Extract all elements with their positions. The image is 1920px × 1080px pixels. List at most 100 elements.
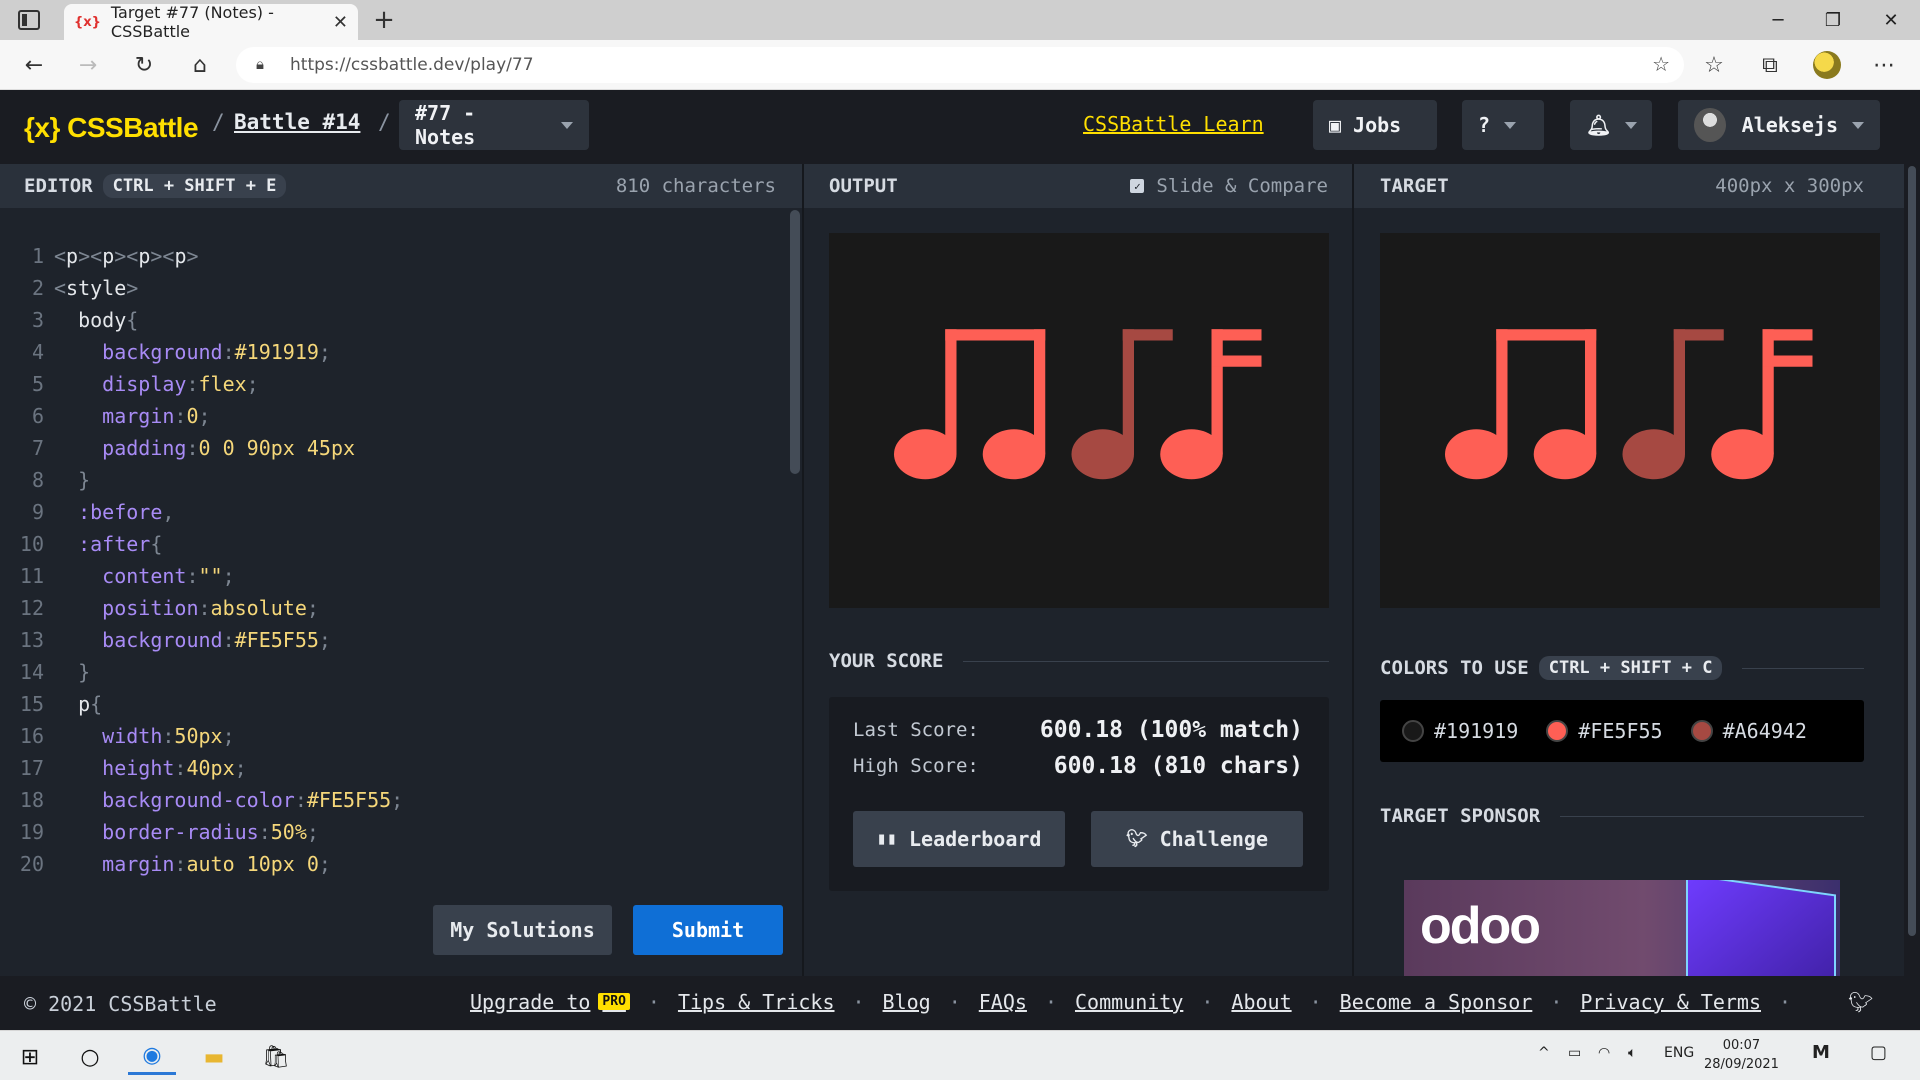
code-line[interactable]: 10 :after{	[0, 528, 403, 560]
help-button[interactable]: ?	[1462, 100, 1544, 150]
slide-compare-toggle[interactable]: ✓ Slide & Compare	[1130, 175, 1328, 197]
edge-browser-icon[interactable]: ◉	[128, 1039, 176, 1075]
sponsor-banner[interactable]: odoo	[1404, 880, 1840, 976]
leaderboard-button[interactable]: ▮▮ Leaderboard	[853, 811, 1065, 867]
breadcrumb-battle-link[interactable]: Battle #14	[234, 110, 360, 134]
store-icon[interactable]: 🛍︎	[252, 1039, 300, 1075]
code-line[interactable]: 4 background:#191919;	[0, 336, 403, 368]
collections-icon[interactable]: ⧉	[1752, 48, 1788, 82]
page-scrollbar[interactable]	[1904, 90, 1920, 1030]
color-item[interactable]: #FE5F55	[1546, 719, 1663, 743]
notifications-icon[interactable]: ▢	[1870, 1042, 1887, 1063]
footer-link[interactable]: Community	[1075, 990, 1183, 1014]
volume-icon[interactable]: 🔈︎	[1628, 1045, 1636, 1061]
code-lines[interactable]: 1 <p><p><p><p> 2 <style> 3 body{4 background…	[0, 240, 403, 880]
code-line[interactable]: 20 margin:auto 10px 0;	[0, 848, 403, 880]
code-line[interactable]: 7 padding:0 0 90px 45px	[0, 432, 403, 464]
back-icon[interactable]: ←	[16, 48, 52, 82]
code-token: style	[66, 276, 127, 300]
footer-link[interactable]: Privacy & Terms	[1580, 990, 1761, 1014]
code-line[interactable]: 5 display:flex;	[0, 368, 403, 400]
home-icon[interactable]: ⌂	[182, 48, 218, 82]
footer-link[interactable]: Blog	[883, 990, 931, 1014]
footer-link[interactable]: FAQs	[979, 990, 1027, 1014]
code-line[interactable]: 19 border-radius:50%;	[0, 816, 403, 848]
code-line[interactable]: 1 <p><p><p><p>	[0, 240, 403, 272]
language-indicator[interactable]: ENG	[1664, 1045, 1694, 1061]
more-options-icon[interactable]: ⋯	[1866, 48, 1902, 82]
footer-link[interactable]: Tips & Tricks	[678, 990, 835, 1014]
code-line[interactable]: 6 margin:0;	[0, 400, 403, 432]
submit-button[interactable]: Submit	[633, 905, 783, 955]
tab-actions-icon[interactable]	[18, 10, 40, 30]
color-hex-label: #191919	[1434, 719, 1519, 743]
file-explorer-icon[interactable]: ▬	[190, 1039, 238, 1075]
learn-link[interactable]: CSSBattle Learn	[1083, 112, 1264, 136]
notifications-button[interactable]: 🔔︎	[1570, 100, 1652, 150]
jobs-button[interactable]: ▣ Jobs	[1313, 100, 1437, 150]
page-scrollbar-thumb[interactable]	[1908, 166, 1916, 936]
cssbattle-logo[interactable]: {x} CSSBattle	[24, 112, 199, 144]
line-number: 20	[19, 852, 44, 876]
favorites-icon[interactable]: ☆	[1696, 48, 1732, 82]
windows-start-icon[interactable]: ⊞	[6, 1039, 54, 1075]
code-editor[interactable]: 1 <p><p><p><p> 2 <style> 3 body{4 background…	[0, 208, 802, 976]
code-line[interactable]: 14 }	[0, 656, 403, 688]
refresh-icon[interactable]: ↻	[126, 48, 162, 82]
code-line[interactable]: 9 :before,	[0, 496, 403, 528]
challenge-button[interactable]: 🐦︎ Challenge	[1091, 811, 1303, 867]
twitter-icon[interactable]: 🐦︎	[1848, 990, 1873, 1014]
chevron-down-icon	[1504, 121, 1517, 129]
editor-scrollbar[interactable]	[790, 210, 800, 474]
upgrade-link[interactable]: Upgrade to PRO	[470, 990, 630, 1014]
code-token: ;	[198, 404, 211, 428]
search-icon[interactable]: ○	[66, 1039, 114, 1075]
new-tab-button[interactable]: +	[368, 4, 400, 36]
score-title: YOUR SCORE	[829, 650, 944, 672]
target-size: 400px x 300px	[1715, 175, 1864, 197]
forward-icon[interactable]: →	[70, 48, 106, 82]
code-line[interactable]: 17 height:40px;	[0, 752, 403, 784]
code-line[interactable]: 11 content:"";	[0, 560, 403, 592]
line-number: 17	[19, 756, 44, 780]
clock-time: 00:07	[1722, 1038, 1761, 1053]
close-window-icon[interactable]: ✕	[1864, 0, 1918, 40]
close-tab-icon[interactable]: ✕	[333, 12, 348, 33]
code-line[interactable]: 18 background-color:#FE5F55;	[0, 784, 403, 816]
code-line[interactable]: 15 p{	[0, 688, 403, 720]
meet-now-icon[interactable]: M	[1812, 1042, 1830, 1063]
clock[interactable]: 00:07 28/09/2021	[1704, 1036, 1779, 1074]
output-canvas[interactable]	[829, 233, 1329, 608]
colors-shortcut-badge: CTRL + SHIFT + C	[1538, 656, 1723, 680]
target-header: TARGET 400px x 300px	[1354, 164, 1904, 208]
code-token: absolute	[210, 596, 307, 620]
minimize-icon[interactable]: ─	[1751, 0, 1805, 40]
restore-icon[interactable]: ❐	[1806, 0, 1860, 40]
wifi-icon[interactable]: ◠	[1598, 1045, 1610, 1061]
code-line[interactable]: 13 background:#FE5F55;	[0, 624, 403, 656]
code-token: }	[54, 660, 91, 684]
code-line[interactable]: 8 }	[0, 464, 403, 496]
add-favorite-icon[interactable]: ☆	[1652, 52, 1670, 76]
url-field[interactable]: 🔒︎ https://cssbattle.dev/play/77 ☆	[236, 47, 1684, 83]
user-menu-button[interactable]: Aleksejs	[1678, 100, 1880, 150]
chevron-down-icon	[1852, 121, 1864, 129]
code-token: 50px	[174, 724, 223, 748]
code-line[interactable]: 3 body{	[0, 304, 403, 336]
battery-icon[interactable]: ▭	[1568, 1045, 1581, 1061]
target-select-label: #77 - Notes	[415, 101, 476, 149]
checkbox-icon[interactable]: ✓	[1130, 179, 1145, 193]
my-solutions-button[interactable]: My Solutions	[433, 905, 612, 955]
code-line[interactable]: 12 position:absolute;	[0, 592, 403, 624]
code-token: :	[162, 724, 175, 748]
code-line[interactable]: 2 <style>	[0, 272, 403, 304]
target-select[interactable]: #77 - Notes	[399, 100, 589, 150]
color-item[interactable]: #191919	[1402, 719, 1518, 743]
footer-link[interactable]: About	[1231, 990, 1291, 1014]
code-line[interactable]: 16 width:50px;	[0, 720, 403, 752]
chevron-up-icon[interactable]: ^	[1538, 1045, 1550, 1061]
footer-link[interactable]: Become a Sponsor	[1340, 990, 1533, 1014]
color-item[interactable]: #A64942	[1690, 719, 1807, 743]
browser-tab[interactable]: {x} Target #77 (Notes) - CSSBattle ✕	[64, 3, 358, 41]
profile-avatar[interactable]	[1813, 51, 1841, 79]
